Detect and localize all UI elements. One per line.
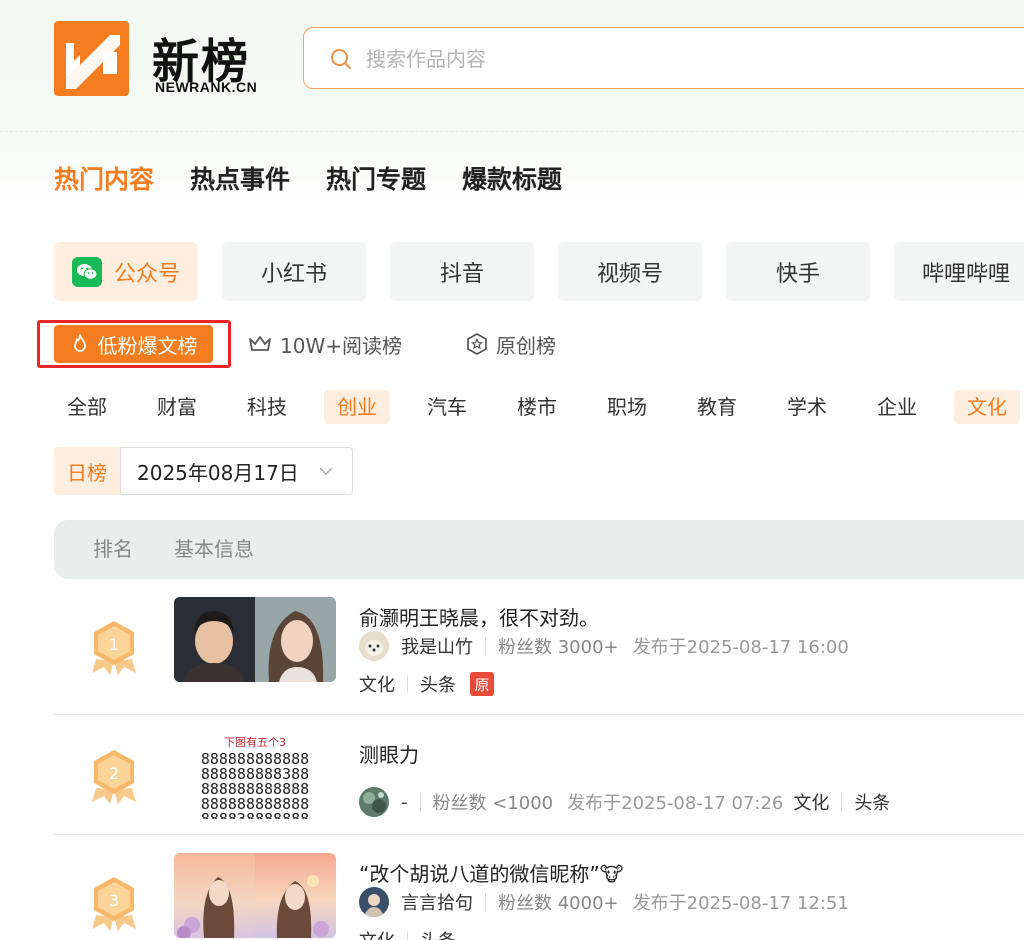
tab-100k-reads[interactable]: 10W+阅读榜 (248, 325, 402, 363)
rank-number: 3 (109, 891, 119, 910)
fan-count: 粉丝数 3000+ (498, 637, 619, 658)
nav-hot-topics[interactable]: 热门专题 (326, 160, 426, 196)
original-badge: 原 (470, 672, 494, 696)
tab-label: 公众号 (113, 261, 180, 287)
divider (419, 793, 421, 811)
author-name[interactable]: 言言拾句 (401, 889, 473, 915)
table-header: 排名 基本信息 (54, 520, 1024, 579)
category-item[interactable]: 科技 (234, 390, 300, 424)
article-meta: 言言拾句 粉丝数 4000+ 发布于2025-08-17 12:51 (359, 887, 849, 917)
category-item[interactable]: 楼市 (504, 390, 570, 424)
table-row[interactable]: 1 俞灏明王晓晨，很不对劲。 我是山竹 粉丝数 3000+ 发布于2025-08… (54, 597, 1024, 715)
thumbnail-caption: 下图有五个3 (224, 736, 286, 749)
tag-position: 头条 (854, 793, 891, 814)
rank-number: 1 (109, 635, 119, 654)
column-rank: 排名 (93, 537, 133, 561)
article-thumbnail[interactable] (174, 597, 336, 682)
tab-label: 10W+阅读榜 (280, 333, 402, 358)
category-item[interactable]: 全部 (54, 390, 120, 424)
category-item[interactable]: 文化 (954, 390, 1020, 424)
logo-mark-icon (54, 21, 129, 96)
rank-medal-icon: 2 (92, 750, 136, 804)
rank-medal-icon: 3 (92, 877, 136, 931)
badge-icon (467, 333, 487, 355)
divider (485, 893, 486, 911)
category-item[interactable]: 职场 (594, 390, 660, 424)
publish-time: 发布于2025-08-17 12:51 (632, 893, 849, 914)
tab-label: 原创榜 (496, 333, 556, 358)
article-title[interactable]: “改个胡说八道的微信昵称”🐮 (359, 858, 623, 887)
tab-douyin[interactable]: 抖音 (390, 242, 534, 301)
search-input[interactable] (366, 44, 966, 74)
author-avatar (359, 887, 389, 917)
flame-icon (73, 334, 86, 352)
tab-kuaishou[interactable]: 快手 (726, 242, 870, 301)
article-title[interactable]: 俞灏明王晓晨，很不对劲。 (359, 602, 599, 631)
tab-xiaohongshu[interactable]: 小红书 (222, 242, 366, 301)
date-value: 2025年08月17日 (137, 460, 299, 485)
category-item[interactable]: 汽车 (414, 390, 480, 424)
tab-bilibili[interactable]: 哔哩哔哩 (894, 242, 1024, 301)
logo-domain: NEWRANK.CN (155, 79, 258, 95)
tab-label: 低粉爆文榜 (97, 333, 198, 358)
thumbnail-number-puzzle: 下图有五个3 888888888888 888888888388 8888888… (174, 734, 336, 819)
tab-wechat-official[interactable]: 公众号 (54, 242, 198, 301)
divider (407, 675, 408, 693)
wechat-icon (71, 256, 102, 287)
tab-original[interactable]: 原创榜 (466, 325, 556, 363)
nav-viral-titles[interactable]: 爆款标题 (462, 160, 562, 196)
category-item[interactable]: 创业 (324, 390, 390, 424)
rank-number: 2 (109, 764, 119, 783)
category-item[interactable]: 教育 (684, 390, 750, 424)
rank-medal-icon: 1 (92, 621, 136, 675)
category-item[interactable]: 财富 (144, 390, 210, 424)
row-divider (54, 834, 1024, 835)
table-row[interactable]: 3 “改个胡说八道的微信昵称”🐮 言言拾句 粉丝数 4000+ 发布于2025-… (54, 853, 1024, 940)
article-meta: 我是山竹 粉丝数 3000+ 发布于2025-08-17 16:00 (359, 631, 849, 661)
category-item[interactable]: 学术 (774, 390, 840, 424)
search-box[interactable] (303, 27, 1024, 89)
crown-icon (249, 336, 271, 351)
nav-hot-content[interactable]: 热门内容 (54, 160, 154, 196)
divider (407, 931, 408, 940)
tag-category: 文化 (359, 927, 395, 940)
row-divider (54, 714, 1024, 715)
main-nav: 热门内容 热点事件 热门专题 爆款标题 (54, 160, 562, 196)
article-tags: 文化 头条 (359, 927, 456, 940)
divider (841, 793, 843, 811)
tab-channels[interactable]: 视频号 (558, 242, 702, 301)
fan-count: 粉丝数 4000+ (498, 893, 619, 914)
publish-time: 发布于2025-08-17 07:26 (567, 793, 784, 814)
category-item[interactable]: 企业 (864, 390, 930, 424)
author-avatar (359, 787, 389, 817)
fan-count: 粉丝数 <1000 (432, 793, 554, 814)
platform-tabs: 公众号 小红书 抖音 视频号 快手 哔哩哔哩 (54, 242, 1024, 301)
article-meta: - 粉丝数 <1000 发布于2025-08-17 07:26 文化 头条 (359, 787, 890, 817)
divider (485, 637, 486, 655)
table-row[interactable]: 2 下图有五个3 888888888888 888888888388 88888… (54, 734, 1024, 834)
nav-hot-events[interactable]: 热点事件 (190, 160, 290, 196)
article-tags: 文化 头条 原 (359, 671, 494, 697)
chevron-down-icon (319, 467, 333, 476)
publish-time: 发布于2025-08-17 16:00 (632, 637, 849, 658)
header-divider (0, 131, 1024, 132)
article-thumbnail[interactable]: 下图有五个3 888888888888 888888888388 8888888… (174, 734, 336, 819)
article-title[interactable]: 测眼力 (359, 739, 419, 768)
author-name[interactable]: - (401, 792, 408, 813)
date-period-label: 日榜 (54, 447, 120, 495)
puzzle-line: 888838888888 (200, 810, 310, 820)
tag-position: 头条 (420, 675, 456, 696)
author-avatar (359, 631, 389, 661)
search-icon (331, 49, 351, 69)
tag-category: 文化 (359, 675, 395, 696)
date-select[interactable]: 2025年08月17日 (120, 447, 353, 495)
author-name[interactable]: 我是山竹 (401, 633, 473, 659)
tag-category: 文化 (793, 793, 830, 814)
article-thumbnail[interactable] (174, 853, 336, 938)
column-info: 基本信息 (174, 537, 254, 561)
tab-low-fan-viral[interactable]: 低粉爆文榜 (54, 325, 213, 363)
tag-position: 头条 (420, 927, 456, 940)
